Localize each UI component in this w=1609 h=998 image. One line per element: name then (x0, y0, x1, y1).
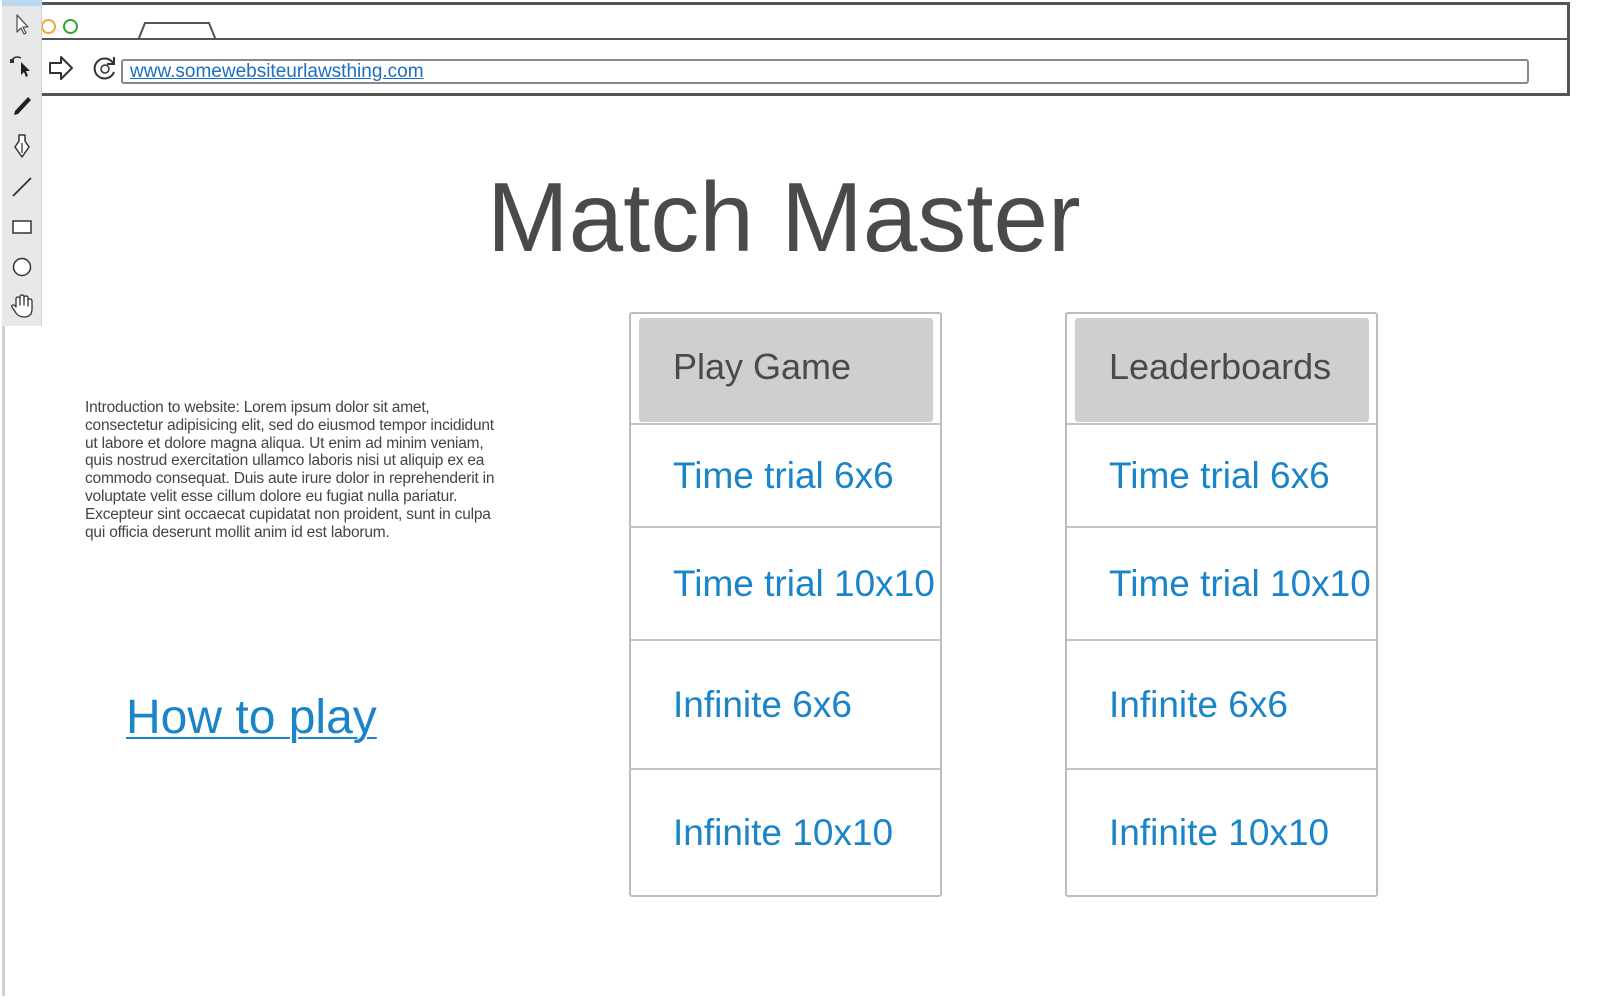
line-icon (12, 177, 32, 197)
minimize-window-button[interactable] (41, 19, 56, 34)
how-to-play-link[interactable]: How to play (126, 688, 377, 748)
address-bar[interactable]: www.somewebsiteurlawsthing.com (121, 59, 1529, 84)
ellipse-tool[interactable] (6, 251, 38, 283)
browser-navbar: www.somewebsiteurlawsthing.com (5, 40, 1570, 96)
maximize-window-button[interactable] (63, 19, 78, 34)
play-infinite-10x10-button[interactable]: Infinite 10x10 (631, 768, 940, 895)
hand-tool[interactable] (6, 290, 38, 322)
ellipse-icon (12, 257, 32, 277)
pen-tool[interactable] (6, 130, 38, 162)
page-title: Match Master (487, 162, 1081, 272)
node-select-icon (10, 56, 30, 77)
play-game-menu: Play Game Time trial 6x6 Time trial 10x1… (629, 312, 942, 897)
rectangle-tool[interactable] (6, 211, 38, 243)
play-time-trial-6x6-button[interactable]: Time trial 6x6 (631, 423, 940, 526)
node-select-tool[interactable] (6, 50, 38, 82)
browser-titlebar (5, 2, 1570, 43)
drawing-toolbar (2, 0, 42, 326)
play-game-header: Play Game (639, 318, 933, 422)
pen-icon (14, 134, 30, 158)
pointer-tool[interactable] (6, 8, 38, 40)
line-tool[interactable] (6, 171, 38, 203)
leaderboard-time-trial-6x6-button[interactable]: Time trial 6x6 (1067, 423, 1376, 526)
play-infinite-6x6-button[interactable]: Infinite 6x6 (631, 639, 940, 768)
play-time-trial-10x10-button[interactable]: Time trial 10x10 (631, 526, 940, 639)
toolbar-accent (2, 0, 42, 6)
leaderboard-time-trial-10x10-button[interactable]: Time trial 10x10 (1067, 526, 1376, 639)
leaderboard-infinite-6x6-button[interactable]: Infinite 6x6 (1067, 639, 1376, 768)
forward-arrow-icon[interactable] (47, 54, 75, 82)
pointer-icon (16, 14, 29, 35)
intro-paragraph: Introduction to website: Lorem ipsum dol… (85, 399, 495, 541)
hand-icon (11, 294, 33, 318)
leaderboards-header: Leaderboards (1075, 318, 1369, 422)
pencil-tool[interactable] (6, 90, 38, 122)
leaderboard-infinite-10x10-button[interactable]: Infinite 10x10 (1067, 768, 1376, 895)
leaderboards-menu: Leaderboards Time trial 6x6 Time trial 1… (1065, 312, 1378, 897)
rectangle-icon (12, 220, 32, 234)
reload-icon[interactable] (91, 54, 119, 82)
pencil-icon (14, 97, 31, 115)
